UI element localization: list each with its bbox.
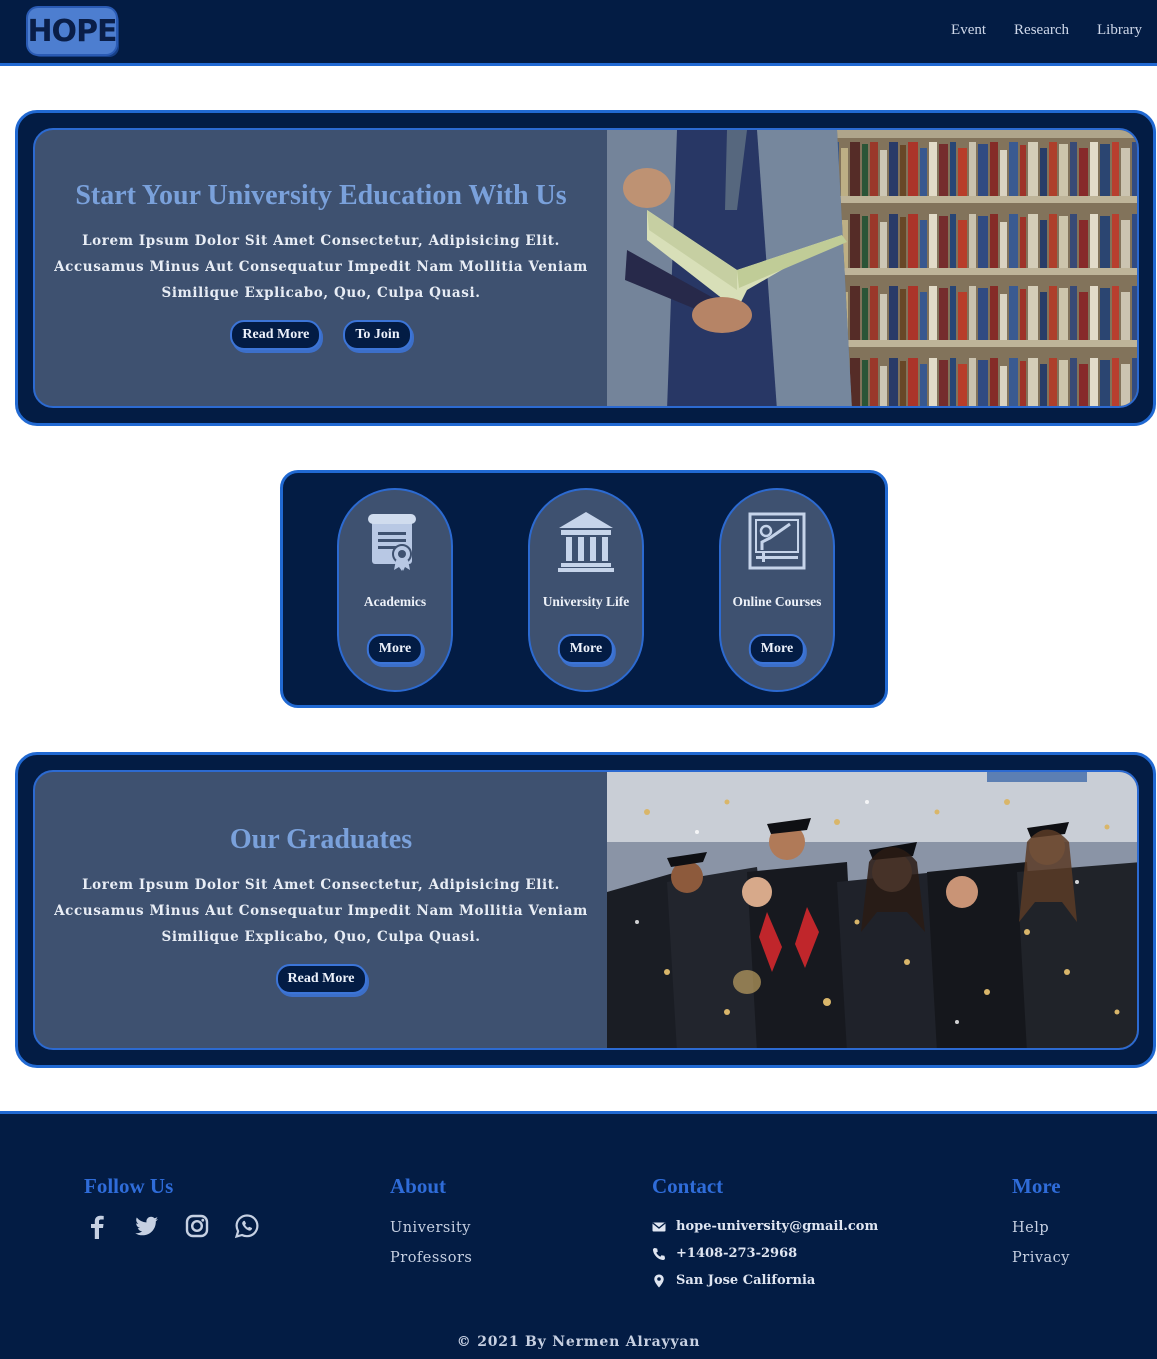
hero-text: Start Your University Education With Us …	[35, 130, 607, 406]
online-teaching-icon	[748, 512, 806, 570]
university-building-icon	[558, 512, 614, 572]
footer-about-title: About	[390, 1174, 447, 1198]
envelope-icon	[652, 1221, 666, 1231]
online-courses-more-button[interactable]: More	[748, 634, 806, 664]
graduates-read-more-button[interactable]: Read More	[275, 964, 367, 994]
feature-card-online-courses: Online Courses More	[719, 488, 835, 692]
graduates-photo	[607, 772, 1137, 1048]
university-life-more-button[interactable]: More	[557, 634, 615, 664]
site-footer: Follow Us About University Professors Co…	[0, 1111, 1157, 1359]
footer-more-title: More	[1012, 1174, 1061, 1198]
contact-email[interactable]: hope-university@gmail.com	[676, 1213, 878, 1240]
footer-link-university[interactable]: University	[390, 1213, 472, 1243]
graduates-text: Our Graduates Lorem Ipsum Dolor Sit Amet…	[35, 772, 607, 1048]
contact-address-row: San Jose California	[652, 1267, 878, 1294]
footer-contact-column: Contact hope-university@gmail.com +1408-…	[652, 1174, 878, 1294]
footer-contact-title: Contact	[652, 1174, 724, 1198]
diploma-icon	[368, 514, 416, 571]
graduates-title: Our Graduates	[229, 824, 413, 855]
nav-research[interactable]: Research	[1014, 22, 1069, 39]
site-header: HOPE Event Research Library	[0, 0, 1157, 66]
instagram-icon[interactable]	[184, 1213, 210, 1239]
graduates-card: Our Graduates Lorem Ipsum Dolor Sit Amet…	[33, 770, 1139, 1050]
graduates-section: Our Graduates Lorem Ipsum Dolor Sit Amet…	[15, 752, 1156, 1068]
feature-card-university-life: University Life More	[528, 488, 644, 692]
footer-link-privacy[interactable]: Privacy	[1012, 1243, 1070, 1273]
hero-card: Start Your University Education With Us …	[33, 128, 1139, 408]
feature-card-academics: Academics More	[337, 488, 453, 692]
phone-icon	[652, 1247, 665, 1260]
social-links	[84, 1213, 260, 1239]
facebook-icon[interactable]	[84, 1213, 110, 1239]
whatsapp-icon[interactable]	[234, 1213, 260, 1239]
logo[interactable]: HOPE	[27, 8, 118, 54]
hero-title: Start Your University Education With Us	[75, 180, 567, 211]
graduates-body: Lorem Ipsum Dolor Sit Amet Consectetur, …	[54, 877, 588, 945]
contact-phone-row: +1408-273-2968	[652, 1240, 878, 1267]
hero-body: Lorem Ipsum Dolor Sit Amet Consectetur, …	[54, 233, 588, 301]
read-more-button[interactable]: Read More	[230, 320, 322, 350]
footer-more-column: More Help Privacy	[1012, 1174, 1070, 1273]
location-pin-icon	[654, 1274, 664, 1287]
graduates-buttons: Read More	[35, 964, 607, 994]
footer-link-help[interactable]: Help	[1012, 1213, 1070, 1243]
footer-follow-column: Follow Us	[84, 1174, 260, 1239]
nav-event[interactable]: Event	[951, 22, 986, 39]
library-photo	[607, 130, 1137, 406]
main-nav: Event Research Library	[951, 22, 1142, 39]
contact-address: San Jose California	[676, 1273, 816, 1288]
feature-label: Academics	[363, 594, 427, 609]
feature-label: Online Courses	[732, 594, 822, 609]
footer-follow-title: Follow Us	[84, 1174, 174, 1198]
twitter-icon[interactable]	[134, 1213, 160, 1239]
footer-about-column: About University Professors	[390, 1174, 472, 1273]
contact-email-row: hope-university@gmail.com	[652, 1213, 878, 1240]
join-button[interactable]: To Join	[343, 320, 412, 350]
nav-library[interactable]: Library	[1097, 22, 1142, 39]
feature-label: University Life	[542, 594, 630, 609]
library-student-image	[607, 130, 1137, 406]
footer-link-professors[interactable]: Professors	[390, 1243, 472, 1273]
graduates-image	[607, 772, 1137, 1048]
hero-section: Start Your University Education With Us …	[15, 110, 1156, 426]
features-section: Academics More University Life More Onli…	[280, 470, 888, 708]
contact-phone[interactable]: +1408-273-2968	[676, 1240, 797, 1267]
academics-more-button[interactable]: More	[366, 634, 424, 664]
hero-buttons: Read More To Join	[35, 320, 607, 350]
copyright: © 2021 By Nermen Alrayyan	[456, 1334, 701, 1350]
